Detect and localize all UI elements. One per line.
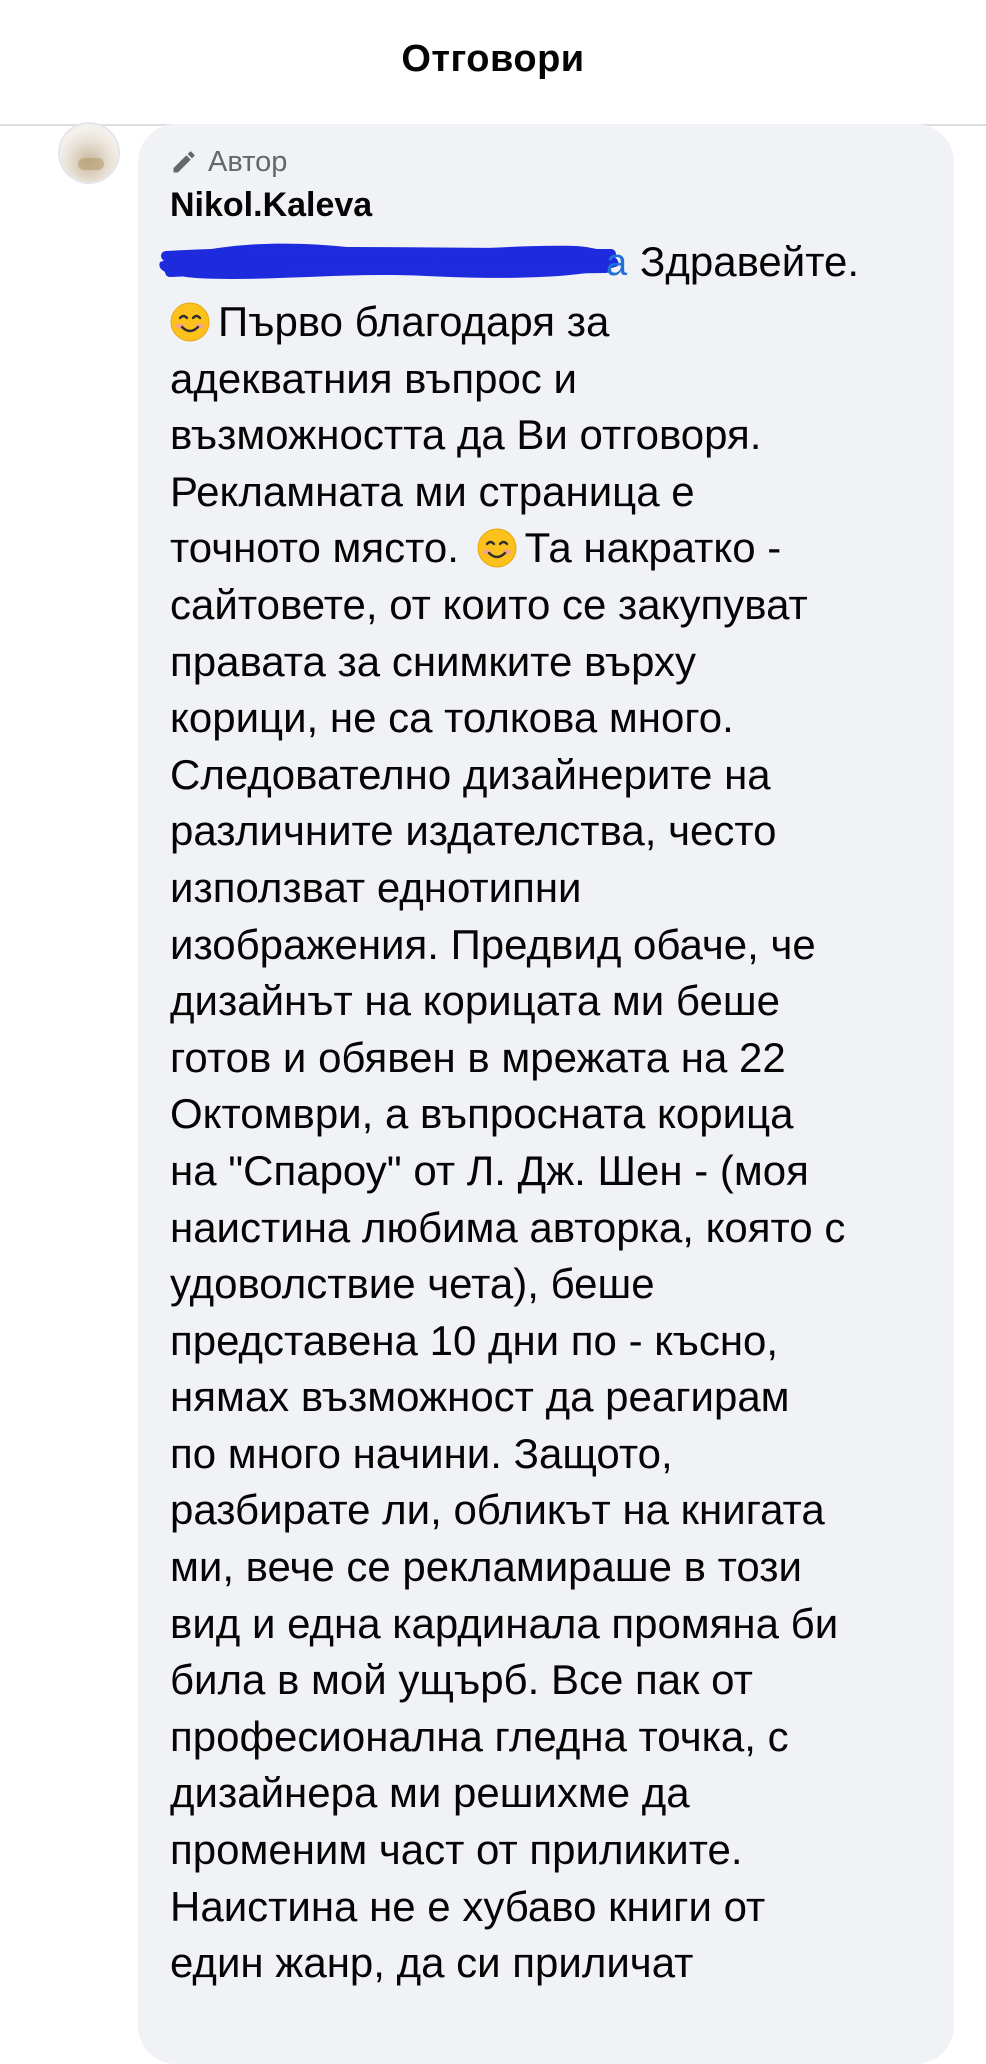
comment-line: Първо благодаря за [170,294,940,351]
comment-line: различните издателства, често [170,807,777,855]
page-title: Отговори [401,38,585,80]
mention-link[interactable]: a [606,242,627,285]
comment-line: удоволствие чета), беше [170,1260,655,1308]
comment-line: наистина любима авторка, която с [170,1203,846,1251]
comment-line: сайтовете, от които се закупуват [170,580,808,628]
comment-first-word: Здравейте. [640,238,860,285]
comment-line: дизайнера ми решихме да [170,1769,690,1817]
badge-label: Автор [208,145,288,178]
avatar[interactable] [58,122,120,184]
comment-line: възможността да Ви отговоря. [170,411,762,459]
comment-line: променим част от приликите. [170,1826,743,1874]
comment-line: един жанр, да си приличат [170,1939,694,1987]
comment-line: ми, вече се рекламираше в този [170,1543,802,1591]
comment-line: Следователно дизайнерите на [170,750,771,798]
comment-line: адекватния въпрос и [170,354,577,402]
author-name[interactable]: Nikol.Kaleva [170,186,372,225]
comment-line: нямах възможност да реагирам [170,1373,790,1421]
comment-line: вид и една кардинала промяна би [170,1599,839,1647]
comment-text: Първо благодаря за адекватния въпрос и в… [170,294,940,1992]
avatar-image [78,158,104,170]
comment-line: разбирате ли, обликът на книгата [170,1486,825,1534]
comment-line: изображения. Предвид обаче, че [170,920,816,968]
comment-line: представена 10 дни по - късно, [170,1316,779,1364]
comment-line: готов и обявен в мрежата на 22 [170,1033,786,1081]
smiling-face-emoji-icon [477,528,517,568]
comment-line: Рекламната ми страница е [170,467,695,515]
comment-line: професионална гледна точка, с [170,1712,789,1760]
redaction-scribble [159,243,619,279]
comment-line: на "Спароу" от Л. Дж. Шен - (моя [170,1146,809,1194]
comment-line: правата за снимките върху [170,637,697,685]
comment-line: дизайнът на корицата ми беше [170,977,780,1025]
comment-line: точното място. Та накратко - [170,524,782,572]
author-badge: Автор [170,144,287,180]
comment-line: Наистина не е хубаво книги от [170,1882,766,1930]
comment-line: по много начини. Защото, [170,1429,673,1477]
comment-line: корици, не са толкова много. [170,694,734,742]
comment-line: използват еднотипни [170,863,582,911]
smiling-face-emoji-icon [170,302,210,342]
pencil-icon [173,151,195,173]
header-bar: Отговори [0,0,986,126]
comment-line: Октомври, а въпросната корица [170,1090,794,1138]
comment-line: била в мой ущърб. Все пак от [170,1656,753,1704]
